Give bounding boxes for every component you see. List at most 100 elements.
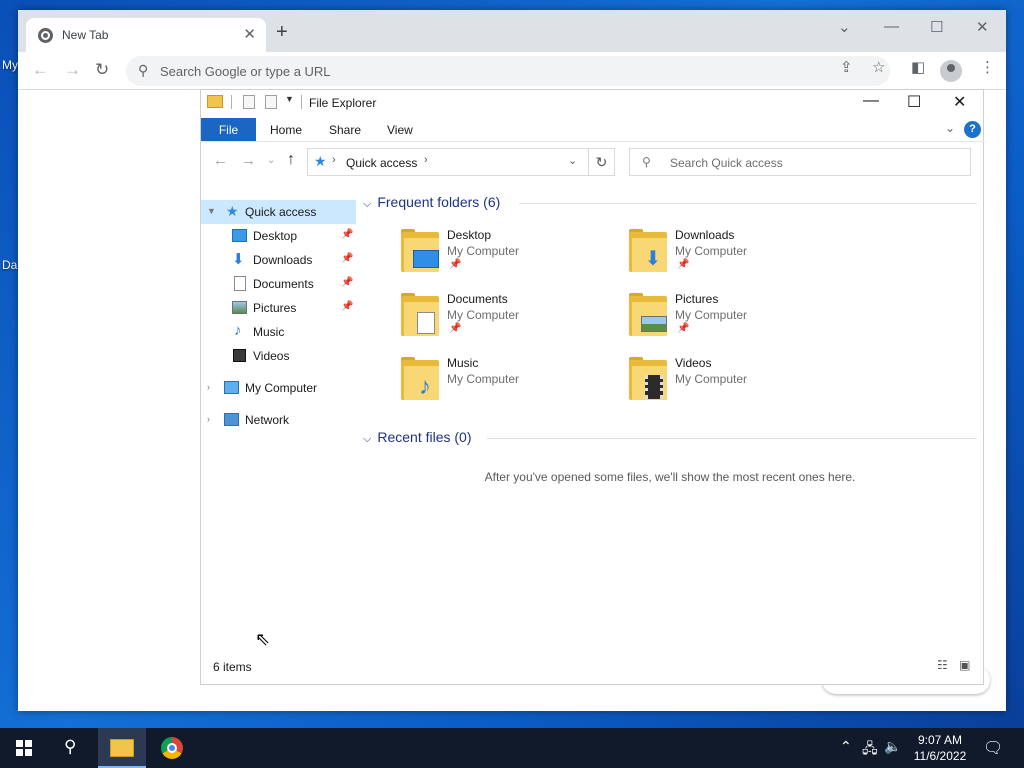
file-explorer-window: ▼ File Explorer — ☐ ✕ File Home Share Vi… bbox=[200, 89, 985, 685]
folder-location: My Computer bbox=[675, 372, 748, 386]
share-icon[interactable]: ⇪ bbox=[840, 58, 853, 76]
breadcrumb-chevron-icon[interactable]: › bbox=[424, 154, 428, 166]
properties-icon[interactable] bbox=[243, 95, 255, 109]
details-view-icon[interactable]: ☷ bbox=[937, 658, 948, 672]
expand-icon[interactable]: › bbox=[207, 414, 210, 424]
folder-tile-videos[interactable]: Videos My Computer bbox=[629, 356, 849, 412]
up-arrow-icon[interactable]: ↑ bbox=[287, 151, 295, 169]
tab-new-tab[interactable]: New Tab ✕ bbox=[26, 18, 266, 52]
ribbon-file-tab[interactable]: File bbox=[201, 118, 256, 141]
content-pane: ⌵ Frequent folders (6) Desktop My Compute… bbox=[363, 190, 977, 490]
chevron-up-icon[interactable]: ⌃ bbox=[840, 738, 852, 755]
folder-name: Documents bbox=[447, 292, 508, 306]
clock[interactable]: 9:07 AM 11/6/2022 bbox=[900, 732, 980, 764]
folder-tile-downloads[interactable]: ⬇ Downloads My Computer 📌 bbox=[629, 228, 849, 284]
refresh-button[interactable]: ↻ bbox=[589, 148, 615, 176]
new-tab-button[interactable]: + bbox=[276, 22, 288, 42]
nav-item-my-computer[interactable]: › My Computer bbox=[201, 376, 356, 400]
status-item-count: 6 items bbox=[213, 660, 252, 674]
close-window-icon[interactable]: ✕ bbox=[976, 18, 989, 36]
clock-time: 9:07 AM bbox=[917, 733, 963, 747]
minimize-icon[interactable]: — bbox=[884, 18, 899, 35]
network-icon[interactable]: 🖧 bbox=[862, 738, 878, 762]
folder-name: Music bbox=[447, 356, 479, 370]
recent-files-header[interactable]: ⌵ Recent files (0) bbox=[363, 429, 472, 446]
navigation-pane: ▼ ★ Quick access Desktop 📌 ⬇ Downloads 📌… bbox=[201, 198, 356, 458]
ribbon-home-tab[interactable]: Home bbox=[270, 123, 302, 137]
reload-icon[interactable]: ↻ bbox=[95, 60, 109, 80]
breadcrumb-chevron-icon[interactable]: › bbox=[332, 154, 336, 166]
new-folder-icon[interactable] bbox=[265, 95, 277, 109]
group-title: Frequent folders (6) bbox=[377, 194, 501, 210]
forward-arrow-icon[interactable]: → bbox=[241, 152, 256, 169]
folder-tile-pictures[interactable]: Pictures My Computer 📌 bbox=[629, 292, 849, 348]
desktop-icon-label[interactable]: Da bbox=[2, 258, 17, 272]
desktop-icon-label[interactable]: My bbox=[2, 58, 18, 72]
nav-item-pictures[interactable]: Pictures 📌 bbox=[201, 296, 356, 320]
minimize-icon[interactable]: — bbox=[863, 92, 879, 110]
search-input[interactable]: ⚲ Search Quick access bbox=[629, 148, 971, 176]
nav-item-downloads[interactable]: ⬇ Downloads 📌 bbox=[201, 248, 356, 272]
document-icon bbox=[411, 312, 439, 334]
music-note-icon: ♪ bbox=[419, 373, 431, 400]
search-icon[interactable]: ⚲ bbox=[64, 737, 76, 757]
profile-avatar[interactable] bbox=[940, 60, 962, 82]
nav-item-music[interactable]: ♪ Music bbox=[201, 320, 356, 344]
back-arrow-icon[interactable]: ← bbox=[213, 152, 228, 169]
nav-item-videos[interactable]: Videos bbox=[201, 344, 356, 368]
notification-icon[interactable]: 🗨 bbox=[983, 738, 1003, 758]
ribbon-share-tab[interactable]: Share bbox=[329, 123, 361, 137]
expand-icon[interactable]: › bbox=[207, 382, 210, 392]
nav-item-documents[interactable]: Documents 📌 bbox=[201, 272, 356, 296]
collapse-icon[interactable]: ▼ bbox=[207, 206, 216, 216]
help-icon[interactable]: ? bbox=[964, 121, 981, 138]
network-icon bbox=[224, 413, 239, 426]
picture-icon bbox=[232, 301, 247, 314]
tab-close-icon[interactable]: ✕ bbox=[243, 25, 256, 43]
taskbar-chrome[interactable] bbox=[148, 728, 196, 768]
nav-label: Documents bbox=[253, 277, 314, 291]
maximize-icon[interactable]: ☐ bbox=[930, 18, 943, 36]
close-window-icon[interactable]: ✕ bbox=[953, 92, 966, 112]
volume-icon[interactable]: 🔈 bbox=[884, 738, 901, 755]
tab-search-icon[interactable]: ⌄ bbox=[838, 18, 851, 36]
nav-item-quick-access[interactable]: ▼ ★ Quick access bbox=[201, 200, 356, 224]
collapse-group-icon: ⌵ bbox=[363, 198, 372, 210]
customize-qat-icon[interactable]: ▼ bbox=[285, 94, 294, 104]
divider bbox=[231, 95, 232, 109]
folder-location: My Computer bbox=[447, 308, 520, 322]
folder-icon bbox=[401, 229, 439, 272]
folder-tile-desktop[interactable]: Desktop My Computer 📌 bbox=[401, 228, 621, 284]
address-bar[interactable]: ★ › Quick access › ⌄ bbox=[307, 148, 589, 176]
forward-arrow-icon[interactable]: → bbox=[64, 60, 81, 80]
folder-tile-music[interactable]: ♪ Music My Computer bbox=[401, 356, 621, 412]
folder-tile-documents[interactable]: Documents My Computer 📌 bbox=[401, 292, 621, 348]
breadcrumb[interactable]: Quick access bbox=[346, 156, 417, 170]
bookmark-star-icon[interactable]: ☆ bbox=[872, 58, 885, 76]
more-menu-icon[interactable]: ⋮ bbox=[980, 58, 995, 76]
chrome-favicon-icon bbox=[38, 28, 53, 43]
recent-locations-icon[interactable]: ⌄ bbox=[267, 155, 275, 166]
back-arrow-icon[interactable]: ← bbox=[32, 60, 49, 80]
side-panel-icon[interactable]: ◧ bbox=[911, 58, 925, 76]
address-dropdown-icon[interactable]: ⌄ bbox=[568, 154, 577, 167]
collapse-group-icon: ⌵ bbox=[363, 433, 372, 445]
search-placeholder: Search Quick access bbox=[670, 156, 783, 170]
start-button[interactable] bbox=[16, 740, 32, 756]
taskbar-file-explorer[interactable] bbox=[98, 728, 146, 768]
folder-name: Desktop bbox=[447, 228, 492, 242]
film-icon bbox=[639, 375, 667, 399]
pin-icon: 📌 bbox=[341, 253, 354, 264]
pin-icon: 📌 bbox=[449, 323, 462, 334]
omnibox[interactable]: ⚲ Search Google or type a URL bbox=[126, 56, 890, 86]
pin-icon: 📌 bbox=[341, 229, 354, 240]
maximize-icon[interactable]: ☐ bbox=[907, 92, 921, 112]
pin-icon: 📌 bbox=[677, 259, 690, 270]
nav-item-desktop[interactable]: Desktop 📌 bbox=[201, 224, 356, 248]
frequent-folders-header[interactable]: ⌵ Frequent folders (6) bbox=[363, 194, 500, 211]
large-icons-view-icon[interactable]: ▣ bbox=[959, 658, 970, 672]
navigation-bar: ← → ⌄ ↑ ★ › Quick access › ⌄ ↻ ⚲ Search … bbox=[201, 142, 985, 182]
expand-ribbon-icon[interactable]: ⌄ bbox=[945, 121, 955, 135]
ribbon-view-tab[interactable]: View bbox=[387, 123, 413, 137]
nav-item-network[interactable]: › Network bbox=[201, 408, 356, 432]
